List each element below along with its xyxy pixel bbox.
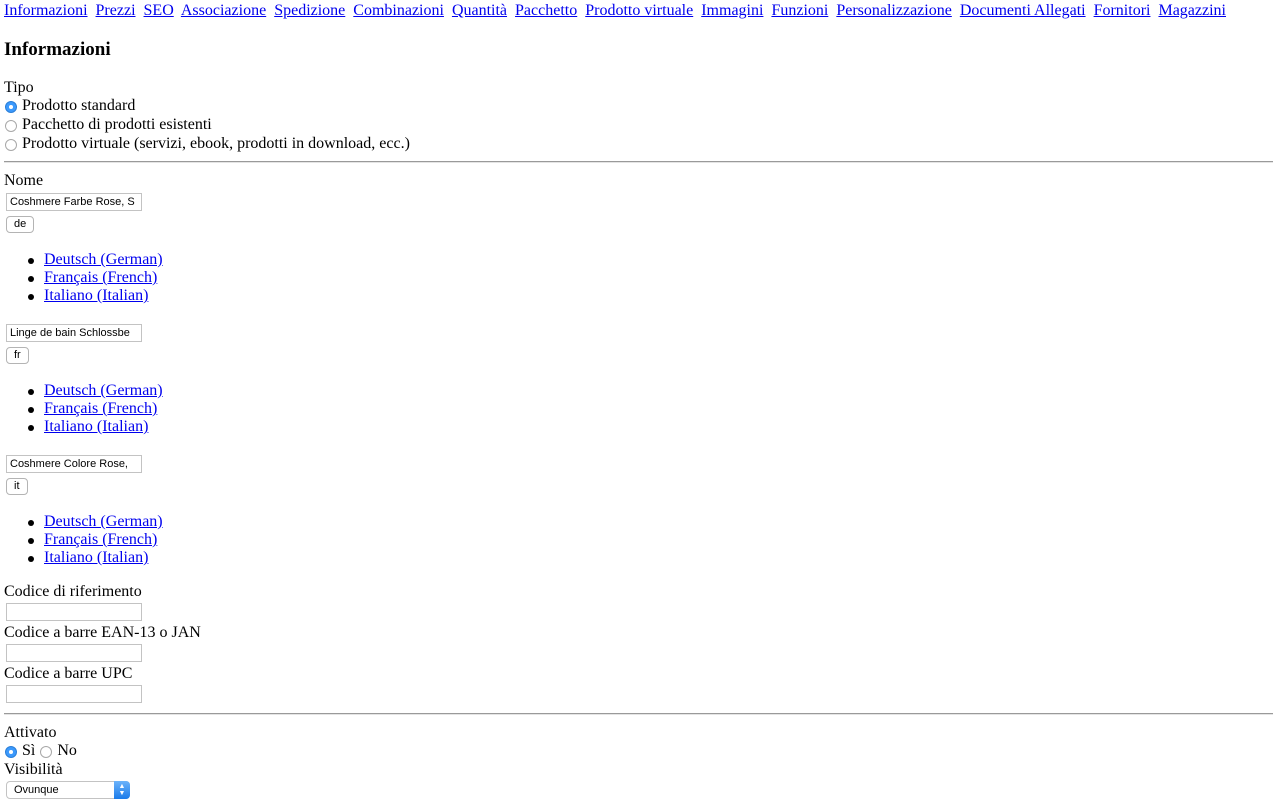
visibilita-selected-value: Ovunque bbox=[14, 784, 59, 796]
tab-informazioni[interactable]: Informazioni bbox=[4, 2, 88, 19]
tipo-option-standard[interactable]: Prodotto standard bbox=[4, 96, 135, 115]
language-link-italian[interactable]: Italiano (Italian) bbox=[44, 418, 148, 435]
list-item: Français (French) bbox=[28, 531, 163, 549]
section-title: Informazioni bbox=[4, 39, 111, 60]
tab-fornitori[interactable]: Fornitori bbox=[1094, 2, 1151, 19]
attivato-no-radio[interactable] bbox=[40, 745, 53, 758]
tipo-virtuale-radio[interactable] bbox=[5, 138, 17, 151]
tab-bar: Informazioni Prezzi SEO Associazione Spe… bbox=[4, 2, 1230, 20]
tab-combinazioni[interactable]: Combinazioni bbox=[353, 2, 444, 19]
language-list: Deutsch (German) Français (French) Itali… bbox=[28, 251, 163, 305]
nome-input-fr[interactable]: Linge de bain Schlossbe bbox=[6, 324, 142, 342]
tipo-pacchetto-radio[interactable] bbox=[5, 119, 17, 132]
tipo-option-virtuale[interactable]: Prodotto virtuale (servizi, ebook, prodo… bbox=[4, 134, 410, 153]
ean-label: Codice a barre EAN-13 o JAN bbox=[4, 624, 201, 641]
language-list: Deutsch (German) Français (French) Itali… bbox=[28, 382, 163, 436]
tab-pacchetto[interactable]: Pacchetto bbox=[515, 2, 577, 19]
attivato-label: Attivato bbox=[4, 724, 57, 741]
upc-label: Codice a barre UPC bbox=[4, 665, 133, 682]
language-link-french[interactable]: Français (French) bbox=[44, 269, 157, 286]
language-link-french[interactable]: Français (French) bbox=[44, 531, 157, 548]
reference-code-input[interactable] bbox=[6, 603, 142, 621]
divider bbox=[4, 713, 1273, 715]
visibilita-select[interactable]: Ovunque ▲ ▼ bbox=[6, 781, 130, 799]
list-item: Italiano (Italian) bbox=[28, 287, 163, 305]
list-item: Deutsch (German) bbox=[28, 382, 163, 400]
tab-spedizione[interactable]: Spedizione bbox=[274, 2, 345, 19]
tipo-standard-radio[interactable] bbox=[5, 100, 17, 113]
tab-immagini[interactable]: Immagini bbox=[701, 2, 763, 19]
lang-button-de[interactable]: de bbox=[6, 216, 35, 233]
language-list: Deutsch (German) Français (French) Itali… bbox=[28, 513, 163, 567]
tab-associazione[interactable]: Associazione bbox=[181, 2, 266, 19]
tipo-standard-label: Prodotto standard bbox=[22, 96, 136, 114]
attivato-si-radio[interactable] bbox=[5, 745, 17, 758]
attivato-si-label: Sì bbox=[22, 741, 36, 759]
list-item: Italiano (Italian) bbox=[28, 549, 163, 567]
language-link-french[interactable]: Français (French) bbox=[44, 400, 157, 417]
tab-prezzi[interactable]: Prezzi bbox=[96, 2, 136, 19]
language-link-german[interactable]: Deutsch (German) bbox=[44, 382, 163, 399]
lang-button-fr[interactable]: fr bbox=[6, 347, 29, 364]
list-item: Deutsch (German) bbox=[28, 513, 163, 531]
select-arrows-icon: ▲ ▼ bbox=[114, 781, 130, 799]
upc-input[interactable] bbox=[6, 685, 142, 703]
list-item: Italiano (Italian) bbox=[28, 418, 163, 436]
language-link-german[interactable]: Deutsch (German) bbox=[44, 513, 163, 530]
language-link-italian[interactable]: Italiano (Italian) bbox=[44, 287, 148, 304]
tab-funzioni[interactable]: Funzioni bbox=[771, 2, 828, 19]
nome-input-de[interactable]: Coshmere Farbe Rose, S bbox=[6, 193, 142, 211]
reference-code-label: Codice di riferimento bbox=[4, 583, 142, 600]
tipo-label: Tipo bbox=[4, 79, 34, 96]
nome-input-it[interactable]: Coshmere Colore Rose, bbox=[6, 455, 142, 473]
tab-personalizzazione[interactable]: Personalizzazione bbox=[836, 2, 952, 19]
tab-quantita[interactable]: Quantità bbox=[452, 2, 507, 19]
list-item: Français (French) bbox=[28, 269, 163, 287]
nome-label: Nome bbox=[4, 172, 44, 189]
tab-prodotto-virtuale[interactable]: Prodotto virtuale bbox=[585, 2, 693, 19]
language-link-german[interactable]: Deutsch (German) bbox=[44, 251, 163, 268]
language-link-italian[interactable]: Italiano (Italian) bbox=[44, 549, 148, 566]
attivato-options: Sì No bbox=[4, 741, 77, 760]
ean-input[interactable] bbox=[6, 644, 142, 662]
tipo-option-pacchetto[interactable]: Pacchetto di prodotti esistenti bbox=[4, 115, 212, 134]
list-item: Français (French) bbox=[28, 400, 163, 418]
divider bbox=[4, 161, 1273, 163]
tab-magazzini[interactable]: Magazzini bbox=[1158, 2, 1226, 19]
attivato-no-label: No bbox=[57, 741, 77, 759]
visibilita-label: Visibilità bbox=[4, 761, 63, 778]
tab-documenti-allegati[interactable]: Documenti Allegati bbox=[960, 2, 1086, 19]
lang-button-it[interactable]: it bbox=[6, 478, 28, 495]
tipo-pacchetto-label: Pacchetto di prodotti esistenti bbox=[22, 115, 212, 133]
tipo-virtuale-label: Prodotto virtuale (servizi, ebook, prodo… bbox=[22, 134, 410, 152]
tab-seo[interactable]: SEO bbox=[144, 2, 174, 19]
list-item: Deutsch (German) bbox=[28, 251, 163, 269]
